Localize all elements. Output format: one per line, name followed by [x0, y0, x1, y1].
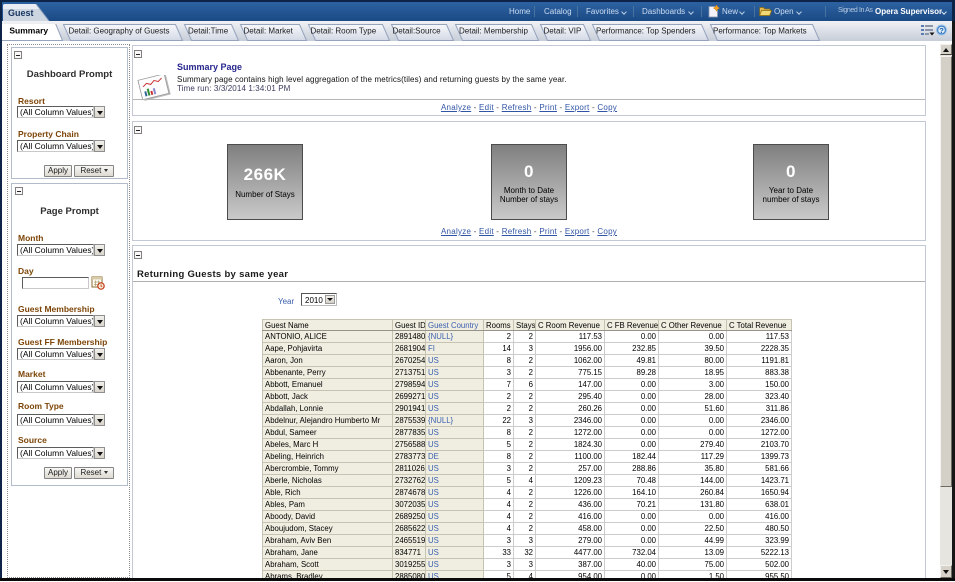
- svg-text:Detail:Source: Detail:Source: [393, 27, 442, 36]
- svg-text:Detail: VIP: Detail: VIP: [544, 27, 582, 36]
- svg-text:?: ?: [939, 26, 944, 35]
- svg-text:Detail:Time: Detail:Time: [188, 27, 229, 36]
- svg-text:Detail: Membership: Detail: Membership: [459, 27, 528, 36]
- svg-text:Performance: Top Spenders: Performance: Top Spenders: [596, 27, 695, 36]
- svg-text:Detail: Market: Detail: Market: [244, 27, 294, 36]
- svg-text:Summary: Summary: [9, 26, 48, 36]
- svg-text:Detail: Geography of Guests: Detail: Geography of Guests: [69, 27, 170, 36]
- svg-text:Performance: Top Markets: Performance: Top Markets: [713, 27, 807, 36]
- svg-text:Detail: Room Type: Detail: Room Type: [311, 27, 377, 36]
